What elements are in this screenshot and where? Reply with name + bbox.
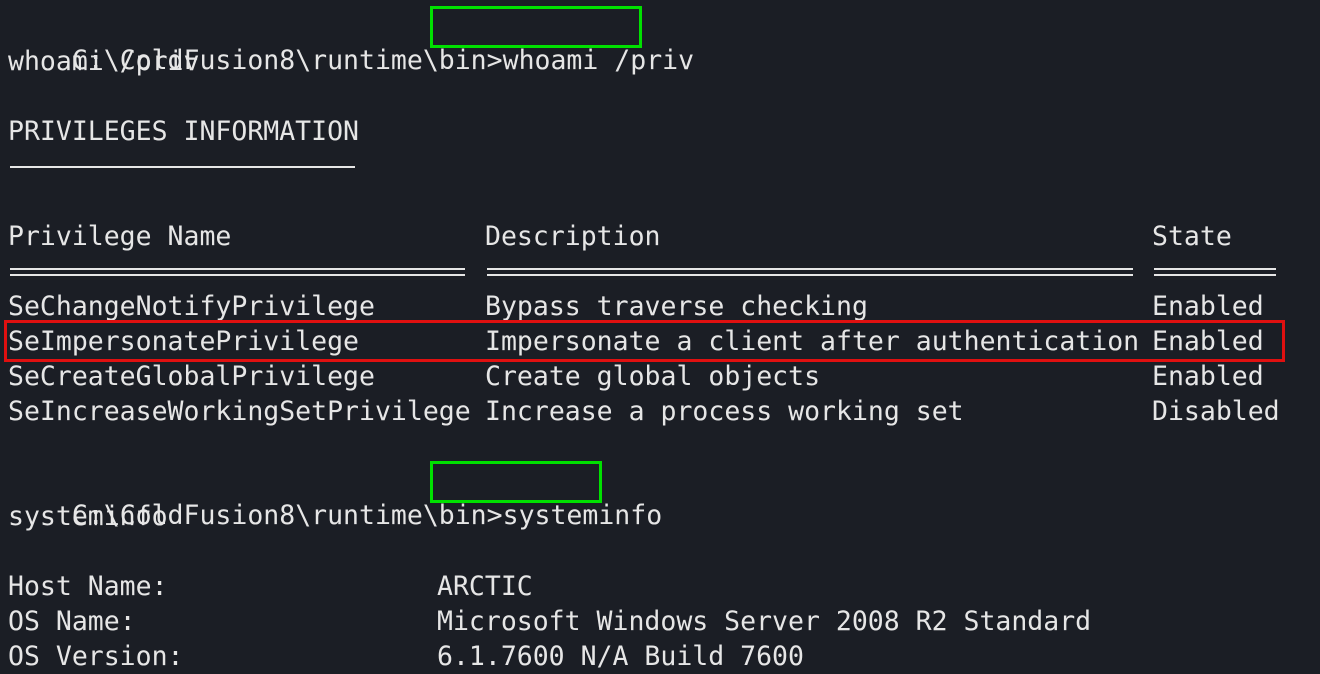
green-highlight-box-whoami xyxy=(430,6,642,48)
sysinfo-value: ARCTIC xyxy=(437,571,533,602)
command-echo-2: systeminfo xyxy=(8,501,168,532)
header-description: Description xyxy=(485,221,661,252)
red-highlight-box-impersonate xyxy=(4,320,1285,362)
sysinfo-value: 6.1.7600 N/A Build 7600 xyxy=(437,641,804,672)
privilege-description: Increase a process working set xyxy=(485,396,964,427)
command-echo-1: whoami /priv xyxy=(8,46,200,77)
privilege-description: Create global objects xyxy=(485,361,821,392)
header-state: State xyxy=(1152,221,1232,252)
green-highlight-box-systeminfo xyxy=(430,461,602,503)
terminal-window[interactable]: C:\ColdFusion8\runtime\bin>whoami /priv … xyxy=(0,0,1320,674)
privilege-state: Enabled xyxy=(1152,361,1264,392)
command-whoami-priv: whoami /priv xyxy=(502,45,695,76)
privilege-state: Disabled xyxy=(1152,396,1280,427)
privilege-state: Enabled xyxy=(1152,291,1264,322)
sysinfo-key: Host Name: xyxy=(8,571,168,602)
command-systeminfo: systeminfo xyxy=(502,500,663,531)
header-rule-name xyxy=(10,268,465,276)
section-underline xyxy=(10,166,355,168)
header-privilege-name: Privilege Name xyxy=(8,221,232,252)
section-title: PRIVILEGES INFORMATION xyxy=(8,116,359,147)
header-rule-state xyxy=(1154,268,1276,276)
privilege-description: Bypass traverse checking xyxy=(485,291,868,322)
sysinfo-key: OS Name: xyxy=(8,606,136,637)
sysinfo-key: OS Version: xyxy=(8,641,184,672)
privilege-name: SeChangeNotifyPrivilege xyxy=(8,291,375,322)
sysinfo-value: Microsoft Windows Server 2008 R2 Standar… xyxy=(437,606,1092,637)
header-rule-description xyxy=(487,268,1133,276)
privilege-name: SeIncreaseWorkingSetPrivilege xyxy=(8,396,471,427)
privilege-name: SeCreateGlobalPrivilege xyxy=(8,361,375,392)
